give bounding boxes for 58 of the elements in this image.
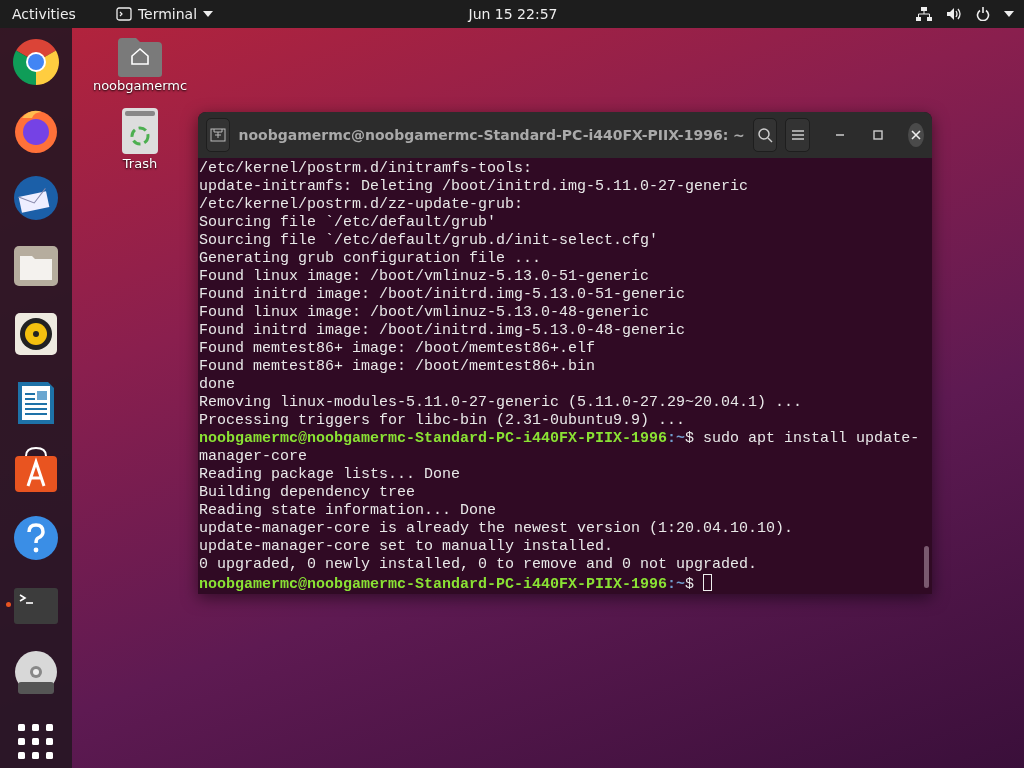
volume-icon[interactable] — [946, 7, 962, 21]
minimize-icon — [835, 134, 846, 136]
close-icon — [911, 130, 922, 140]
output-line: update-manager-core set to manually installed. — [199, 538, 615, 556]
output-line: Found memtest86+ image: /boot/memtest86+.elf — [199, 340, 597, 358]
chrome-icon[interactable] — [12, 38, 60, 86]
folder-label: noobgamermc — [92, 78, 188, 94]
window-title: noobgamermc@noobgamermc-Standard-PC-i440FX-PIIX-1996: ~ — [238, 125, 745, 145]
menu-button[interactable] — [785, 118, 810, 152]
output-line: manager-core — [199, 448, 309, 466]
shopping-bag-icon[interactable] — [12, 446, 60, 494]
output-line: Generating grub configuration file ... — [199, 250, 543, 268]
output-line: /etc/kernel/postrm.d/initramfs-tools: — [199, 160, 534, 178]
output-line: Sourcing file `/etc/default/grub' — [199, 214, 498, 232]
output-line: Found initrd image: /boot/initrd.img-5.13.0-51-generic — [199, 286, 687, 304]
caret-icon — [203, 11, 214, 17]
output-line: Reading state information... Done — [199, 502, 498, 520]
terminal-icon — [115, 7, 132, 21]
trash-label: Trash — [122, 156, 158, 172]
search-icon — [757, 127, 774, 143]
output-line: done — [199, 376, 236, 394]
output-line: Building dependency tree — [199, 484, 417, 502]
power-icon[interactable] — [976, 7, 990, 21]
prompt-user-host: noobgamermc@noobgamermc-Standard-PC-i440FX-PIIX-1996 — [199, 576, 668, 593]
question-mark-icon[interactable] — [12, 514, 60, 562]
output-line: Sourcing file `/etc/default/grub.d/init-select.cfg' — [199, 232, 660, 250]
trash-icon[interactable] — [121, 106, 159, 156]
output-line: Found linux image: /boot/vmlinuz-5.13.0-51-generic — [199, 268, 651, 286]
new-tab-button[interactable] — [206, 118, 231, 152]
output-line: Reading package lists... Done — [199, 466, 462, 484]
output-line: Processing triggers for libc-bin (2.31-0ubuntu9.9) ... — [199, 412, 687, 430]
output-line: Found linux image: /boot/vmlinuz-5.13.0-48-generic — [199, 304, 651, 322]
text-cursor — [703, 574, 713, 591]
output-line: update-manager-core is already the newest version (1:20.04.10.10). — [199, 520, 795, 538]
output-line: update-initramfs: Deleting /boot/initrd.img-5.11.0-27-generic — [199, 178, 750, 196]
caret-icon[interactable] — [1004, 11, 1014, 17]
output-line: Removing linux-modules-5.11.0-27-generic (5.11.0-27.29~20.04.1) ... — [199, 394, 804, 412]
home-folder-icon[interactable] — [116, 36, 164, 78]
app-menu[interactable]: Terminal — [115, 3, 214, 25]
clock[interactable]: Jun 15 22:57 — [468, 3, 558, 25]
scrollbar[interactable] — [924, 546, 929, 588]
output-line: Found memtest86+ image: /boot/memtest86+.bin — [199, 358, 597, 376]
network-icon[interactable] — [916, 7, 932, 21]
close-button[interactable] — [908, 123, 924, 147]
prompt-command: :~$ — [667, 576, 695, 593]
output-line: /etc/kernel/postrm.d/zz-update-grub: — [199, 196, 525, 214]
new-tab-icon — [210, 128, 227, 142]
prompt-command: :~$ sudo apt install update- — [667, 430, 920, 447]
bird-envelope-icon[interactable] — [12, 174, 60, 222]
search-button[interactable] — [752, 118, 778, 152]
output-line: 0 upgraded, 0 newly installed, 0 to remove and 0 not upgraded. — [199, 556, 759, 574]
running-indicator — [6, 602, 11, 607]
output-line: Found initrd image: /boot/initrd.img-5.13.0-48-generic — [199, 322, 687, 340]
menu-icon — [790, 129, 805, 141]
maximize-icon — [873, 130, 884, 140]
activities-button[interactable]: Activities — [12, 1, 76, 27]
speaker-icon[interactable] — [12, 310, 60, 358]
prompt-user-host: noobgamermc@noobgamermc-Standard-PC-i440FX-PIIX-1996 — [199, 430, 668, 447]
